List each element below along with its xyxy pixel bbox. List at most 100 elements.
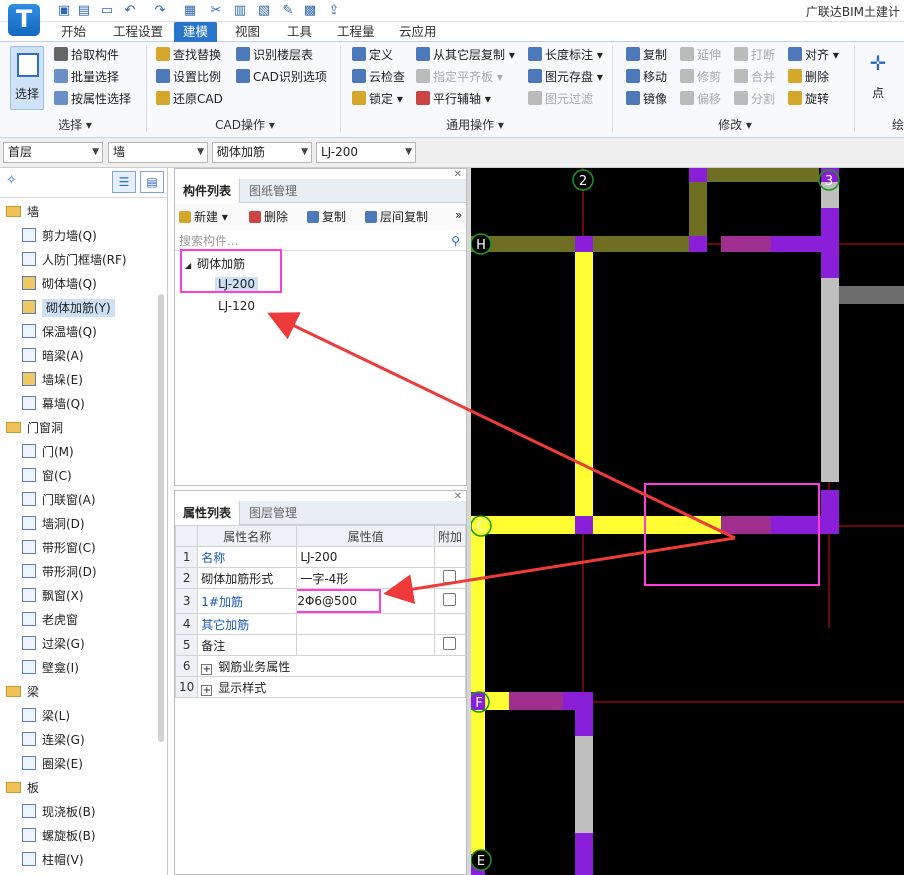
tree-item-selected[interactable]: 砌体加筋(Y) [0, 296, 160, 320]
open-icon[interactable]: ▤ [76, 3, 92, 19]
print-icon[interactable]: ▦ [182, 3, 198, 19]
tree-category-slab[interactable]: 板 [0, 776, 160, 800]
undo-icon[interactable]: ↶ [122, 3, 138, 19]
tree-item[interactable]: 带形窗(C) [0, 536, 160, 560]
mirror-button[interactable]: 镜像 [626, 88, 667, 110]
row-value[interactable] [296, 634, 435, 656]
layers-icon[interactable]: ▥ [232, 3, 248, 19]
row-value[interactable] [296, 613, 435, 635]
tree-item[interactable]: 连梁(G) [0, 728, 160, 752]
pick-component-button[interactable]: 拾取构件 [54, 44, 119, 66]
tab-drawing-management[interactable]: 图纸管理 [241, 179, 305, 203]
tree-item[interactable]: 梁(L) [0, 704, 160, 728]
align-button[interactable]: 对齐 ▾ [788, 44, 839, 66]
type-select[interactable]: 墙 ▼ [108, 142, 208, 163]
table-row-group[interactable]: 6 + 钢筋业务属性 [174, 655, 466, 677]
component-item[interactable]: LJ-120 [218, 299, 255, 313]
tree-item[interactable]: 柱帽(V) [0, 848, 160, 872]
delete-component-button[interactable]: 删除 [249, 208, 288, 225]
split-button[interactable]: 分割 [734, 88, 775, 110]
cad-options-button[interactable]: CAD识别选项 [236, 66, 327, 88]
tree-category-openings[interactable]: 门窗洞 [0, 416, 160, 440]
tree-item[interactable]: 圈梁(E) [0, 752, 160, 776]
tree-item[interactable]: 窗(C) [0, 464, 160, 488]
menu-view[interactable]: 视图 [226, 22, 269, 42]
checkbox[interactable] [443, 637, 457, 650]
menu-cloud[interactable]: 云应用 [390, 22, 446, 42]
group-modify[interactable]: 修改 ▾ [700, 116, 770, 133]
drawing-canvas[interactable]: 2 3 H C F E [471, 168, 904, 875]
tree-item[interactable]: 墙洞(D) [0, 512, 160, 536]
grid-icon[interactable]: ▩ [302, 3, 318, 19]
save-icon[interactable]: ▣ [56, 3, 72, 19]
parallel-axis-button[interactable]: 平行辅轴 ▾ [416, 88, 491, 110]
checkbox[interactable] [443, 570, 457, 583]
pin-icon[interactable]: ✧ [6, 173, 17, 188]
tab-component-list[interactable]: 构件列表 [175, 179, 241, 203]
subtype-select[interactable]: 砌体加筋 ▼ [212, 142, 312, 163]
component-search-input[interactable]: 搜索构件... ⚲ [175, 231, 466, 251]
menu-modeling[interactable]: 建模 [174, 22, 218, 42]
menu-tools[interactable]: 工具 [278, 22, 321, 42]
tab-layer-management[interactable]: 图层管理 [241, 501, 305, 525]
cut-icon[interactable]: ✂ [208, 3, 224, 19]
tree-category-wall[interactable]: 墙 [0, 200, 160, 224]
copy-button[interactable]: 复制 [626, 44, 667, 66]
extend-button[interactable]: 延伸 [680, 44, 721, 66]
point-icon[interactable]: ✛ [866, 52, 890, 76]
table-row[interactable]: 2 砌体加筋形式 一字-4形 [174, 567, 467, 589]
trim-button[interactable]: 修剪 [680, 66, 721, 88]
row-value[interactable]: 2Φ6@500 [296, 588, 435, 614]
tree-item[interactable]: 老虎窗 [0, 608, 160, 632]
group-common[interactable]: 通用操作 ▾ [430, 116, 520, 133]
tree-item[interactable]: 幕墙(Q) [0, 392, 160, 416]
new-button[interactable]: 新建 ▾ [179, 208, 228, 225]
delete-button[interactable]: 删除 [788, 66, 829, 88]
table-row[interactable]: 4 其它加筋 [174, 613, 467, 635]
save-element-button[interactable]: 图元存盘 ▾ [528, 66, 603, 88]
new-icon[interactable]: ▭ [99, 3, 115, 19]
layer-copy-button[interactable]: 层间复制 [365, 208, 428, 225]
export-icon[interactable]: ⇪ [326, 3, 342, 19]
offset-button[interactable]: 偏移 [680, 88, 721, 110]
tree-item[interactable]: 过梁(G) [0, 632, 160, 656]
tree-item[interactable]: 现浇板(B) [0, 800, 160, 824]
tree-item[interactable]: 带形洞(D) [0, 560, 160, 584]
group-select[interactable]: 选择 ▾ [50, 116, 100, 133]
tree-scrollbar[interactable] [158, 294, 164, 742]
merge-button[interactable]: 合并 [734, 66, 775, 88]
row-value[interactable]: 一字-4形 [296, 567, 435, 589]
row-group[interactable]: + 显示样式 [197, 676, 466, 698]
group-cad[interactable]: CAD操作 ▾ [200, 116, 290, 133]
tab-property-list[interactable]: 属性列表 [175, 501, 241, 525]
more-icon[interactable]: » [455, 208, 462, 222]
table-row[interactable]: 1 名称 LJ-200 [174, 546, 467, 568]
rotate-button[interactable]: 旋转 [788, 88, 829, 110]
tree-item[interactable]: 砌体墙(Q) [0, 272, 160, 296]
copy-component-button[interactable]: 复制 [307, 208, 346, 225]
element-filter-button[interactable]: 图元过滤 [528, 88, 593, 110]
move-button[interactable]: 移动 [626, 66, 667, 88]
lock-button[interactable]: 锁定 ▾ [352, 88, 403, 110]
search-icon[interactable]: ⚲ [451, 231, 460, 251]
redo-icon[interactable]: ↷ [152, 3, 168, 19]
length-dimension-button[interactable]: 长度标注 ▾ [528, 44, 603, 66]
tree-item[interactable]: 门联窗(A) [0, 488, 160, 512]
tree-category-beam[interactable]: 梁 [0, 680, 160, 704]
component-select[interactable]: LJ-200 ▼ [316, 142, 416, 163]
menu-quantities[interactable]: 工程量 [328, 22, 384, 42]
tree-item[interactable]: 门(M) [0, 440, 160, 464]
tree-item[interactable]: 保温墙(Q) [0, 320, 160, 344]
tree-item[interactable]: 人防门框墙(RF) [0, 248, 160, 272]
brush-icon[interactable]: ✎ [280, 3, 296, 19]
tree-item[interactable]: 螺旋板(B) [0, 824, 160, 848]
point-label[interactable]: 点 [872, 84, 884, 101]
menu-project-settings[interactable]: 工程设置 [104, 22, 172, 42]
table-row-group[interactable]: 10 + 显示样式 [174, 676, 466, 698]
select-button[interactable]: 选择 [10, 46, 44, 110]
panel-view-icon[interactable]: ▤ [140, 171, 164, 193]
identify-floor-table-button[interactable]: 识别楼层表 [236, 44, 313, 66]
table-row[interactable]: 5 备注 [174, 634, 467, 656]
table-row[interactable]: 3 1#加筋 2Φ6@500 [174, 588, 467, 614]
batch-select-button[interactable]: 批量选择 [54, 66, 119, 88]
